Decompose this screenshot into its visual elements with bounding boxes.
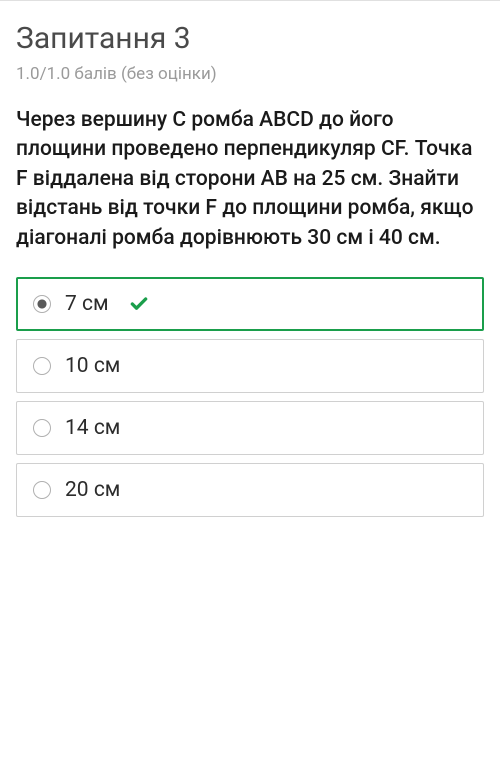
option-4[interactable]: 20 см [16, 463, 484, 517]
options-list: 7 см 10 см 14 см 20 см [16, 277, 484, 517]
question-text: Через вершину С ромба АВСD до його площи… [16, 106, 484, 253]
option-label: 7 см [65, 292, 109, 316]
check-icon [129, 294, 149, 314]
radio-icon [33, 357, 51, 375]
option-label: 10 см [65, 354, 120, 378]
radio-icon [33, 295, 51, 313]
radio-icon [33, 481, 51, 499]
option-label: 14 см [65, 416, 120, 440]
points-label: 1.0/1.0 балів (без оцінки) [16, 64, 484, 84]
option-1[interactable]: 7 см [16, 277, 484, 331]
divider [0, 0, 500, 1]
option-3[interactable]: 14 см [16, 401, 484, 455]
option-label: 20 см [65, 478, 120, 502]
option-2[interactable]: 10 см [16, 339, 484, 393]
question-title: Запитання 3 [16, 21, 484, 56]
radio-icon [33, 419, 51, 437]
